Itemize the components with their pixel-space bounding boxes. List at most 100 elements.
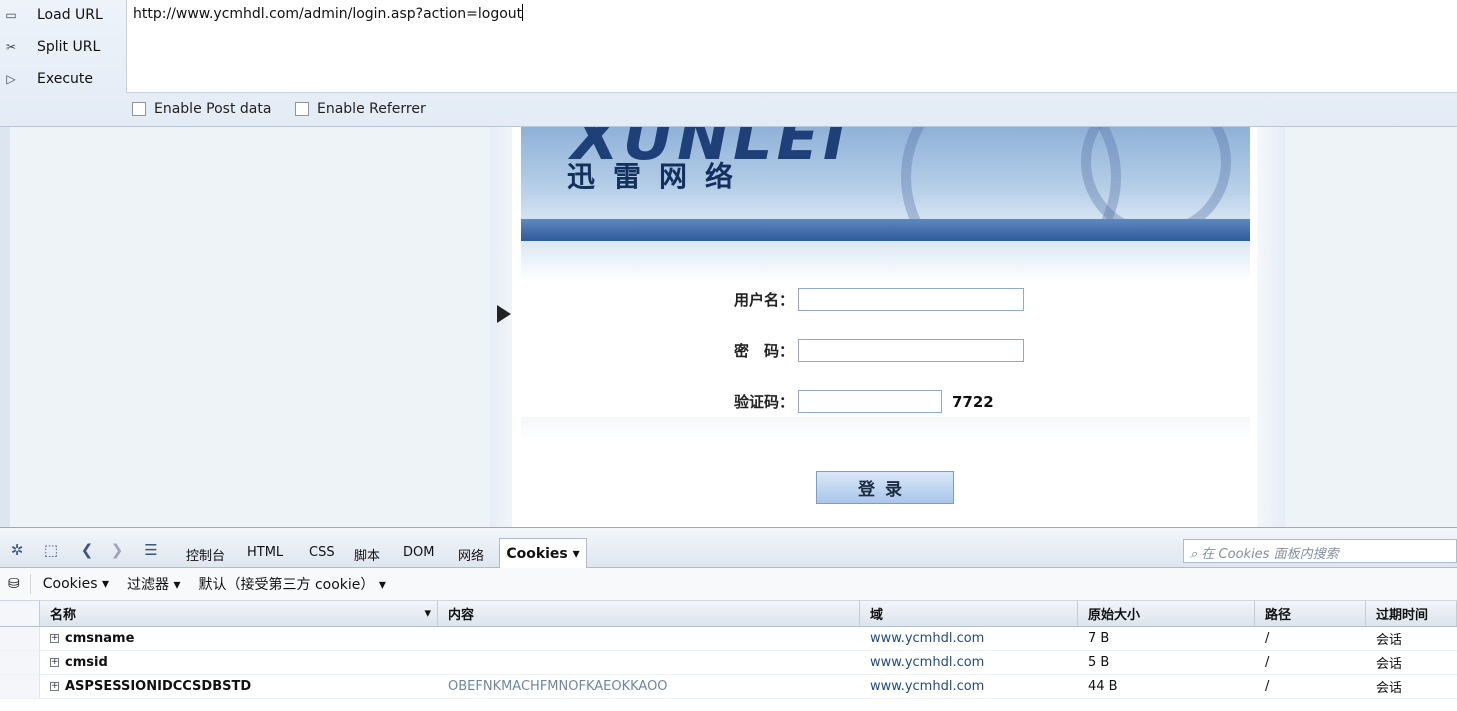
filter-menu[interactable]: 过滤器 ▾	[127, 574, 180, 594]
hackbar-panel: ▭ Load URL ✂ Split URL ▷ Execute http://…	[0, 0, 1457, 127]
play-icon: ▷	[6, 72, 16, 86]
tab-css[interactable]: CSS	[309, 545, 335, 560]
logo-chinese: 迅雷网络	[567, 160, 752, 193]
password-label: 密 码：	[733, 342, 794, 360]
split-url-button[interactable]: ✂ Split URL	[0, 32, 124, 62]
table-row[interactable]: + cmsname www.ycmhdl.com 7 B / 会话	[0, 627, 1457, 651]
web-page: XUNLEI 迅雷网络 用户名： 密 码： 验证码： 7722 登录	[0, 127, 1457, 527]
captcha-row: 验证码： 7722	[726, 390, 994, 413]
sort-icon: ▾	[424, 606, 431, 621]
text-caret	[522, 4, 524, 21]
username-row: 用户名：	[726, 288, 1024, 311]
row-gutter	[0, 651, 40, 674]
column-header-name[interactable]: 名称 ▾	[40, 601, 438, 626]
cookie-table: 名称 ▾ 内容 域 原始大小 路径 过期时间 + cmsname www.ycm…	[0, 601, 1457, 699]
cookies-sub-toolbar: ⛁ Cookies ▾ 过滤器 ▾ 默认（接受第三方 cookie） ▾	[0, 568, 1457, 601]
firebug-bug-icon[interactable]: ✲	[8, 541, 26, 559]
load-url-icon: ▭	[5, 8, 17, 22]
enable-post-checkbox[interactable]: Enable Post data	[132, 101, 271, 117]
banner-fade	[521, 241, 1250, 281]
expand-icon[interactable]: +	[50, 658, 59, 667]
cookie-path: /	[1265, 679, 1270, 694]
password-input[interactable]	[798, 339, 1024, 362]
cookie-domain: www.ycmhdl.com	[870, 655, 985, 670]
cookie-content	[438, 627, 860, 650]
captcha-code: 7722	[952, 392, 994, 411]
forward-icon[interactable]: ❯	[108, 541, 126, 559]
captcha-label: 验证码：	[733, 393, 794, 411]
url-textarea[interactable]: http://www.ycmhdl.com/admin/login.asp?ac…	[126, 0, 1457, 93]
mouse-cursor	[497, 305, 511, 323]
form-band	[521, 417, 1250, 443]
cookie-name: ASPSESSIONIDCCSDBSTD	[65, 679, 252, 694]
password-row: 密 码：	[726, 339, 1024, 362]
table-row[interactable]: + ASPSESSIONIDCCSDBSTD OBEFNKMACHFMNOFKA…	[0, 675, 1457, 699]
cookies-menu[interactable]: Cookies ▾	[43, 576, 109, 592]
cookies-search-input[interactable]: ⌕ 在 Cookies 面板内搜索	[1183, 539, 1457, 563]
row-gutter	[0, 627, 40, 650]
cookie-expires: 会话	[1376, 633, 1403, 648]
row-gutter	[0, 675, 40, 698]
username-input[interactable]	[798, 288, 1024, 311]
url-text: http://www.ycmhdl.com/admin/login.asp?ac…	[133, 6, 523, 22]
inspect-icon[interactable]: ⬚	[42, 541, 60, 559]
cookie-name: cmsid	[65, 655, 108, 670]
tab-net[interactable]: 网络	[458, 545, 484, 564]
checkbox-box[interactable]	[132, 102, 146, 116]
left-margin	[0, 127, 10, 527]
cookie-name: cmsname	[65, 631, 135, 646]
cookie-path: /	[1265, 631, 1270, 646]
expand-icon[interactable]: +	[50, 634, 59, 643]
tab-script[interactable]: 脚本	[354, 545, 380, 564]
table-header: 名称 ▾ 内容 域 原始大小 路径 过期时间	[0, 601, 1457, 627]
default-policy-menu[interactable]: 默认（接受第三方 cookie） ▾	[199, 574, 386, 594]
enable-post-label: Enable Post data	[154, 101, 272, 117]
cookie-expires: 会话	[1376, 657, 1403, 672]
login-banner: XUNLEI 迅雷网络	[521, 127, 1250, 241]
captcha-input[interactable]	[798, 390, 942, 413]
column-header-expires[interactable]: 过期时间	[1366, 601, 1457, 626]
cookie-domain: www.ycmhdl.com	[870, 631, 985, 646]
username-label: 用户名：	[733, 291, 794, 309]
list-icon[interactable]: ☰	[142, 541, 160, 559]
scissors-icon: ✂	[5, 40, 17, 54]
cookie-expires: 会话	[1376, 681, 1403, 696]
column-header-domain[interactable]: 域	[860, 601, 1078, 626]
login-button[interactable]: 登录	[816, 471, 954, 504]
cookie-name-cell: + ASPSESSIONIDCCSDBSTD	[40, 675, 438, 698]
cookie-content	[438, 651, 860, 674]
banner-stripe	[521, 219, 1250, 241]
firebug-toolbar: ✲ ⬚ ❮ ❯ ☰ 控制台 HTML CSS 脚本 DOM 网络 Cookies…	[0, 528, 1457, 568]
tab-cookies[interactable]: Cookies ▾	[499, 538, 587, 568]
expand-icon[interactable]: +	[50, 682, 59, 691]
load-url-label: Load URL	[37, 7, 103, 23]
column-header-path[interactable]: 路径	[1255, 601, 1366, 626]
cookie-name-cell: + cmsid	[40, 651, 438, 674]
execute-label: Execute	[37, 71, 93, 87]
back-icon[interactable]: ❮	[78, 541, 96, 559]
cookie-name-cell: + cmsname	[40, 627, 438, 650]
search-placeholder: 在 Cookies 面板内搜索	[1201, 547, 1339, 562]
column-header-size[interactable]: 原始大小	[1078, 601, 1255, 626]
cookie-size: 7 B	[1088, 631, 1110, 646]
load-url-button[interactable]: ▭ Load URL	[0, 0, 124, 30]
cookie-content: OBEFNKMACHFMNOFKAEOKKAOO	[448, 679, 668, 694]
divider	[29, 574, 31, 594]
tab-dom[interactable]: DOM	[403, 545, 434, 560]
tab-html[interactable]: HTML	[247, 545, 283, 560]
table-row[interactable]: + cmsid www.ycmhdl.com 5 B / 会话	[0, 651, 1457, 675]
column-header-content[interactable]: 内容	[438, 601, 860, 626]
cookie-size: 44 B	[1088, 679, 1118, 694]
checkbox-box[interactable]	[295, 102, 309, 116]
column-label: 名称	[50, 608, 77, 623]
cookie-jar-icon[interactable]: ⛁	[8, 576, 20, 592]
split-url-label: Split URL	[37, 39, 101, 55]
cookie-size: 5 B	[1088, 655, 1110, 670]
cookie-path: /	[1265, 655, 1270, 670]
search-icon: ⌕	[1190, 547, 1202, 562]
cookie-domain: www.ycmhdl.com	[870, 679, 985, 694]
enable-referrer-checkbox[interactable]: Enable Referrer	[295, 101, 426, 117]
execute-button[interactable]: ▷ Execute	[0, 64, 124, 94]
tab-console[interactable]: 控制台	[186, 545, 225, 564]
header-spacer	[0, 601, 40, 626]
